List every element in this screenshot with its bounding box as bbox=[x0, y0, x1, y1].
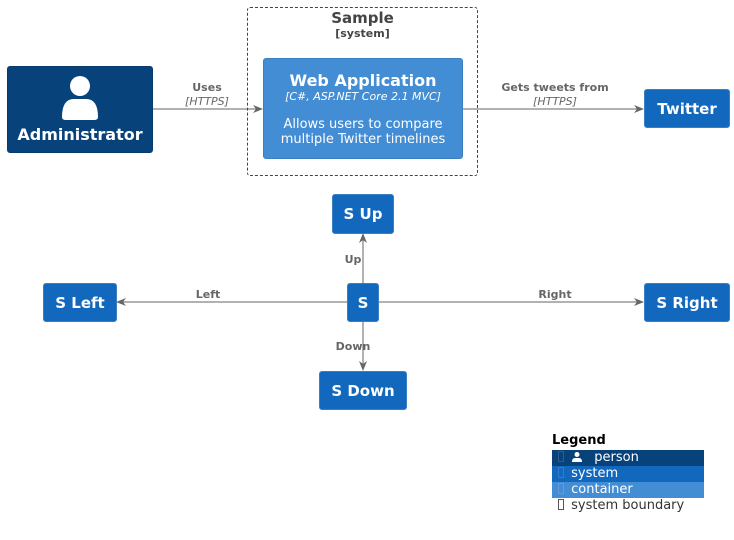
s-node[interactable]: S bbox=[347, 283, 379, 322]
administrator-node[interactable]: Administrator bbox=[7, 66, 153, 153]
legend-title: Legend bbox=[552, 433, 606, 448]
person-icon bbox=[572, 452, 583, 462]
gets-tweets-label: Gets tweets from bbox=[501, 81, 609, 94]
s-down-node[interactable]: S Down bbox=[319, 371, 407, 410]
web-application-technology: [C#, ASP.NET Core 2.1 MVC] bbox=[285, 89, 441, 103]
uses-label: Uses bbox=[192, 81, 222, 94]
web-application-description-1: Allows users to compare bbox=[283, 116, 443, 132]
up-label: Up bbox=[344, 253, 362, 266]
legend-swatch bbox=[558, 451, 564, 462]
gets-tweets-technology: [HTTPS] bbox=[533, 95, 577, 108]
legend-label-system-boundary: system boundary bbox=[571, 498, 685, 513]
web-application-label: Web Application bbox=[289, 70, 437, 90]
legend-label-system: system bbox=[571, 466, 619, 481]
legend-label-person: person bbox=[594, 450, 639, 465]
person-icon bbox=[62, 76, 98, 120]
s-left-node[interactable]: S Left bbox=[43, 283, 117, 322]
legend-swatch bbox=[558, 483, 564, 494]
s-up-node[interactable]: S Up bbox=[332, 194, 394, 234]
s-right-node[interactable]: S Right bbox=[644, 283, 730, 322]
legend-item-system: system bbox=[552, 466, 704, 482]
administrator-label: Administrator bbox=[17, 125, 143, 144]
down-label: Down bbox=[335, 340, 371, 353]
boundary-title: Sample bbox=[331, 9, 394, 27]
web-application-node[interactable]: Web Application [C#, ASP.NET Core 2.1 MV… bbox=[263, 58, 463, 159]
twitter-node[interactable]: Twitter bbox=[644, 89, 730, 128]
boundary-type: [system] bbox=[335, 27, 390, 40]
legend-swatch bbox=[558, 467, 564, 478]
legend-swatch bbox=[558, 499, 564, 510]
uses-technology: [HTTPS] bbox=[185, 95, 229, 108]
legend-item-container: container bbox=[552, 482, 704, 498]
left-label: Left bbox=[195, 288, 221, 301]
legend-label-container: container bbox=[571, 482, 633, 497]
right-label: Right bbox=[538, 288, 572, 301]
web-application-description-2: multiple Twitter timelines bbox=[280, 131, 446, 147]
legend-item-person: person bbox=[552, 450, 704, 466]
legend-item-system-boundary: system boundary bbox=[552, 498, 704, 514]
